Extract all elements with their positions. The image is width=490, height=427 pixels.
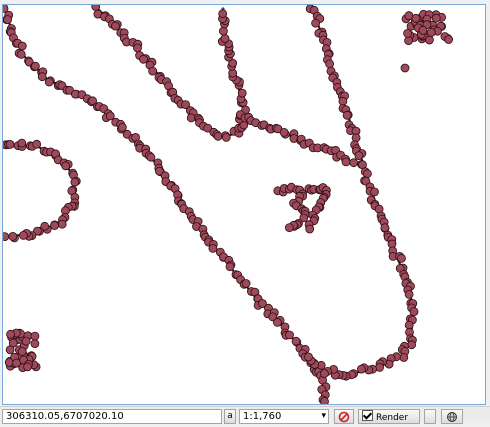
extra-button[interactable] — [424, 409, 436, 424]
point-feature — [370, 187, 379, 197]
point-feature — [354, 151, 364, 161]
map-canvas[interactable]: 37 — [2, 4, 486, 405]
point-feature — [418, 25, 428, 35]
chevron-down-icon[interactable]: ▾ — [321, 410, 326, 422]
point-feature — [70, 177, 80, 187]
point-feature — [17, 138, 27, 148]
point-feature — [444, 35, 454, 44]
point-feature — [304, 352, 313, 362]
point-feature — [37, 72, 47, 82]
point-feature — [3, 15, 12, 25]
point-feature — [32, 139, 42, 149]
status-bar: 306310.05,6707020.10 a 1:1,760 ▾ Render — [0, 406, 490, 424]
point-feature — [208, 243, 218, 253]
point-feature — [16, 50, 26, 59]
point-feature — [148, 66, 158, 76]
point-feature — [397, 253, 406, 263]
point-feature — [218, 9, 228, 19]
point-feature — [3, 232, 10, 241]
point-feature — [133, 43, 142, 53]
point-feature — [404, 36, 414, 45]
point-feature — [284, 223, 294, 233]
cursor-coord-icon[interactable]: a — [224, 409, 236, 424]
point-feature — [349, 158, 359, 168]
point-feature — [342, 110, 352, 120]
point-feature — [17, 347, 27, 356]
point-feature — [400, 63, 410, 73]
point-feature — [218, 26, 228, 36]
point-feature — [426, 28, 436, 37]
point-feature — [356, 364, 366, 374]
point-feature — [320, 397, 329, 404]
point-feature — [305, 224, 315, 234]
point-feature — [31, 61, 40, 71]
point-feature — [325, 59, 335, 69]
point-feature — [57, 219, 67, 229]
point-feature — [30, 331, 40, 341]
render-label: Render — [376, 413, 409, 423]
point-feature — [220, 34, 230, 43]
render-check-icon[interactable] — [362, 410, 373, 421]
render-checkbox[interactable]: Render — [358, 409, 420, 424]
point-feature — [50, 221, 59, 230]
point-feature — [341, 157, 351, 167]
contour-line — [5, 8, 326, 404]
point-feature — [404, 289, 414, 299]
point-feature — [225, 262, 235, 272]
point-feature — [237, 88, 247, 98]
point-feature — [272, 317, 282, 327]
point-feature — [111, 21, 120, 31]
point-feature — [8, 231, 18, 241]
point-feature — [409, 307, 419, 317]
point-feature — [411, 13, 421, 23]
point-feature — [139, 54, 148, 64]
point-feature — [18, 230, 28, 240]
point-feature — [221, 132, 231, 142]
point-feature — [213, 131, 223, 141]
point-feature — [431, 13, 441, 23]
point-feature — [291, 336, 301, 346]
point-feature — [424, 35, 434, 45]
scale-combobox[interactable]: 1:1,760 ▾ — [239, 409, 329, 424]
point-feature — [375, 362, 385, 372]
point-feature — [399, 353, 409, 362]
map-drawing: 37 — [3, 5, 454, 404]
point-feature — [146, 152, 156, 162]
point-feature — [17, 41, 27, 51]
point-feature — [5, 139, 15, 149]
point-feature — [285, 330, 294, 340]
point-feature — [30, 339, 40, 349]
point-feature — [279, 128, 289, 137]
point-feature — [403, 28, 413, 38]
point-feature — [380, 223, 390, 233]
point-feature — [5, 345, 15, 355]
point-feature — [61, 161, 71, 171]
point-feature — [23, 362, 33, 372]
coordinate-display[interactable]: 306310.05,6707020.10 — [2, 409, 222, 424]
point-feature — [91, 5, 101, 11]
point-feature — [4, 358, 14, 367]
point-feature — [21, 336, 31, 346]
point-feature — [44, 77, 54, 87]
point-feature — [6, 329, 15, 339]
point-features — [3, 5, 454, 404]
no-entry-icon[interactable] — [334, 409, 354, 424]
coordinate-value: 306310.05,6707020.10 — [6, 411, 124, 422]
point-feature — [319, 369, 329, 378]
point-feature — [118, 123, 127, 132]
point-feature — [407, 340, 417, 350]
globe-icon[interactable] — [441, 409, 463, 424]
point-feature — [311, 18, 321, 28]
point-feature — [241, 279, 251, 288]
scale-value: 1:1,760 — [243, 411, 282, 422]
